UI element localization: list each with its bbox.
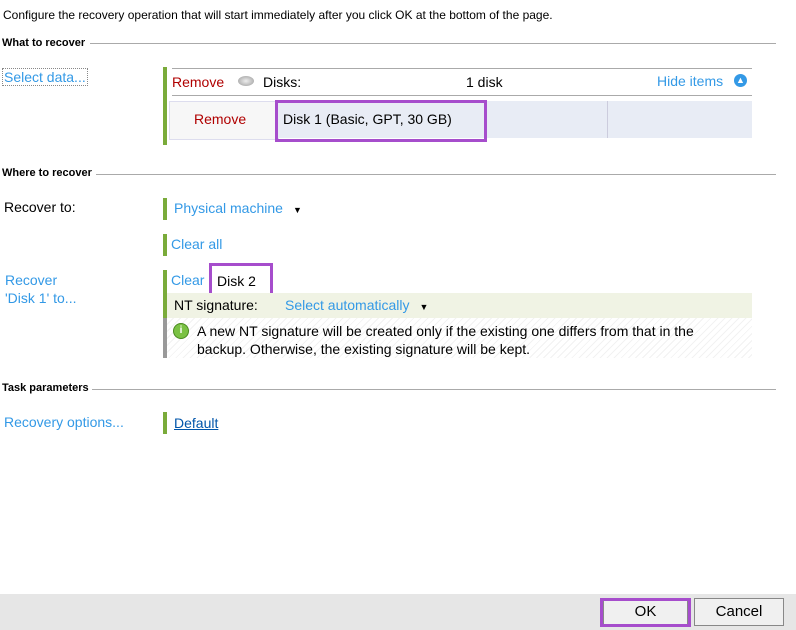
dropdown-arrow-icon: ▼	[292, 205, 302, 215]
recover-to-dropdown[interactable]: Physical machine ▼	[174, 200, 302, 216]
divider	[607, 101, 608, 138]
disk-icon	[238, 76, 254, 86]
green-bar	[163, 67, 167, 145]
clear-all-link[interactable]: Clear all	[171, 236, 222, 252]
clear-link[interactable]: Clear	[171, 272, 204, 288]
divider	[172, 95, 752, 96]
select-data-link[interactable]: Select data...	[2, 68, 88, 86]
dropdown-arrow-icon: ▼	[419, 302, 429, 312]
nt-label: NT signature:	[174, 297, 258, 313]
disks-label: Disks:	[263, 74, 302, 90]
item-remove-link[interactable]: Remove	[194, 111, 246, 127]
divider	[92, 389, 776, 390]
highlight-box	[275, 100, 487, 142]
divider	[172, 68, 752, 69]
recover-to-value: Physical machine	[174, 200, 283, 216]
recover-disk-label-2[interactable]: 'Disk 1' to...	[5, 290, 76, 306]
info-text-1: A new NT signature will be created only …	[197, 323, 694, 339]
highlight-box	[600, 598, 691, 627]
recover-to-label: Recover to:	[4, 199, 76, 215]
divider	[90, 43, 776, 44]
chevron-up-icon[interactable]: ▲	[734, 74, 747, 87]
cancel-button[interactable]: Cancel	[694, 598, 784, 626]
green-bar	[163, 412, 167, 434]
disk-count: 1 disk	[466, 74, 503, 90]
section-task-title: Task parameters	[2, 382, 89, 394]
section-where-title: Where to recover	[2, 167, 92, 179]
info-text-2: backup. Otherwise, the existing signatur…	[197, 341, 531, 357]
remove-all-link[interactable]: Remove	[172, 74, 224, 90]
hide-items-link[interactable]: Hide items	[657, 73, 723, 89]
green-bar	[163, 234, 167, 256]
divider	[96, 174, 776, 175]
info-icon: i	[173, 323, 189, 339]
section-what-title: What to recover	[2, 37, 86, 49]
green-bar	[163, 198, 167, 220]
intro-text: Configure the recovery operation that wi…	[3, 8, 553, 22]
recovery-options-label[interactable]: Recovery options...	[4, 414, 124, 430]
recovery-options-link[interactable]: Default	[174, 415, 218, 431]
recover-disk-label-1[interactable]: Recover	[5, 272, 57, 288]
nt-dropdown[interactable]: Select automatically ▼	[285, 297, 428, 313]
highlight-box	[209, 263, 273, 296]
nt-value: Select automatically	[285, 297, 410, 313]
